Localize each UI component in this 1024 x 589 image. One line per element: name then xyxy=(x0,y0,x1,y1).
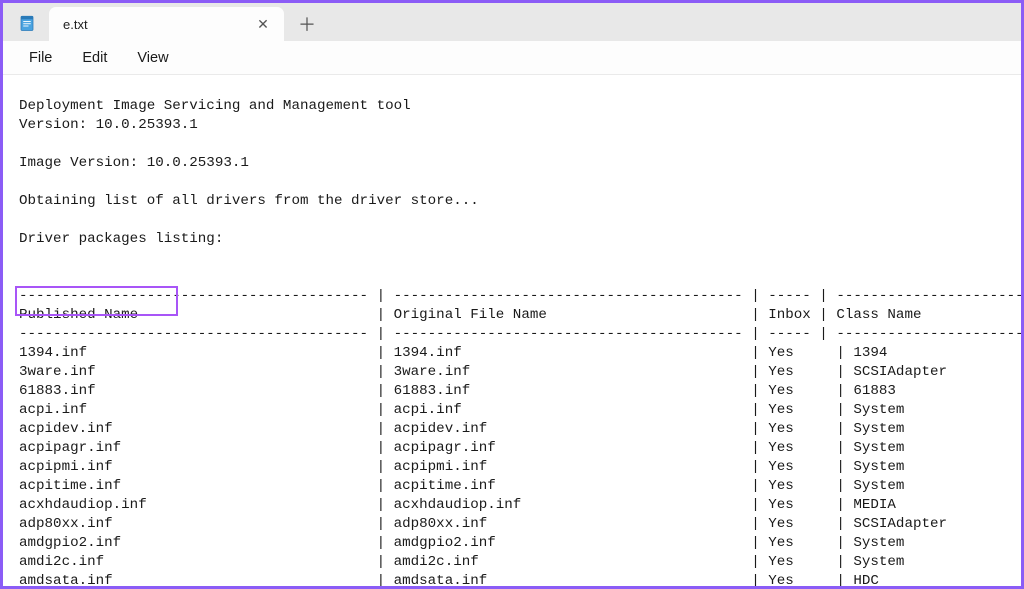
listing-line: Driver packages listing: xyxy=(19,231,223,247)
table-separator-bottom: ----------------------------------------… xyxy=(19,326,1021,342)
image-version-line: Image Version: 10.0.25393.1 xyxy=(19,155,249,171)
table-header-row: Published Name | Original File Name | In… xyxy=(19,307,1021,323)
notepad-window: e.txt ✕ ＋ File Edit View Deployment Imag… xyxy=(3,3,1021,586)
text-content[interactable]: Deployment Image Servicing and Managemen… xyxy=(3,75,1021,586)
table-separator-top: ----------------------------------------… xyxy=(19,288,1021,304)
file-tab[interactable]: e.txt ✕ xyxy=(49,7,284,41)
obtaining-line: Obtaining list of all drivers from the d… xyxy=(19,193,479,209)
notepad-icon xyxy=(17,13,37,33)
menu-view[interactable]: View xyxy=(123,45,182,71)
dism-header-line: Deployment Image Servicing and Managemen… xyxy=(19,98,411,114)
close-tab-icon[interactable]: ✕ xyxy=(252,13,274,35)
menu-edit[interactable]: Edit xyxy=(68,45,121,71)
table-body: 1394.inf | 1394.inf | Yes | 1394 3ware.i… xyxy=(19,345,1021,586)
dism-version-line: Version: 10.0.25393.1 xyxy=(19,117,198,133)
menu-file[interactable]: File xyxy=(15,45,66,71)
menubar: File Edit View xyxy=(3,41,1021,75)
new-tab-button[interactable]: ＋ xyxy=(290,7,324,41)
tab-title: e.txt xyxy=(63,17,252,32)
titlebar: e.txt ✕ ＋ xyxy=(3,3,1021,41)
